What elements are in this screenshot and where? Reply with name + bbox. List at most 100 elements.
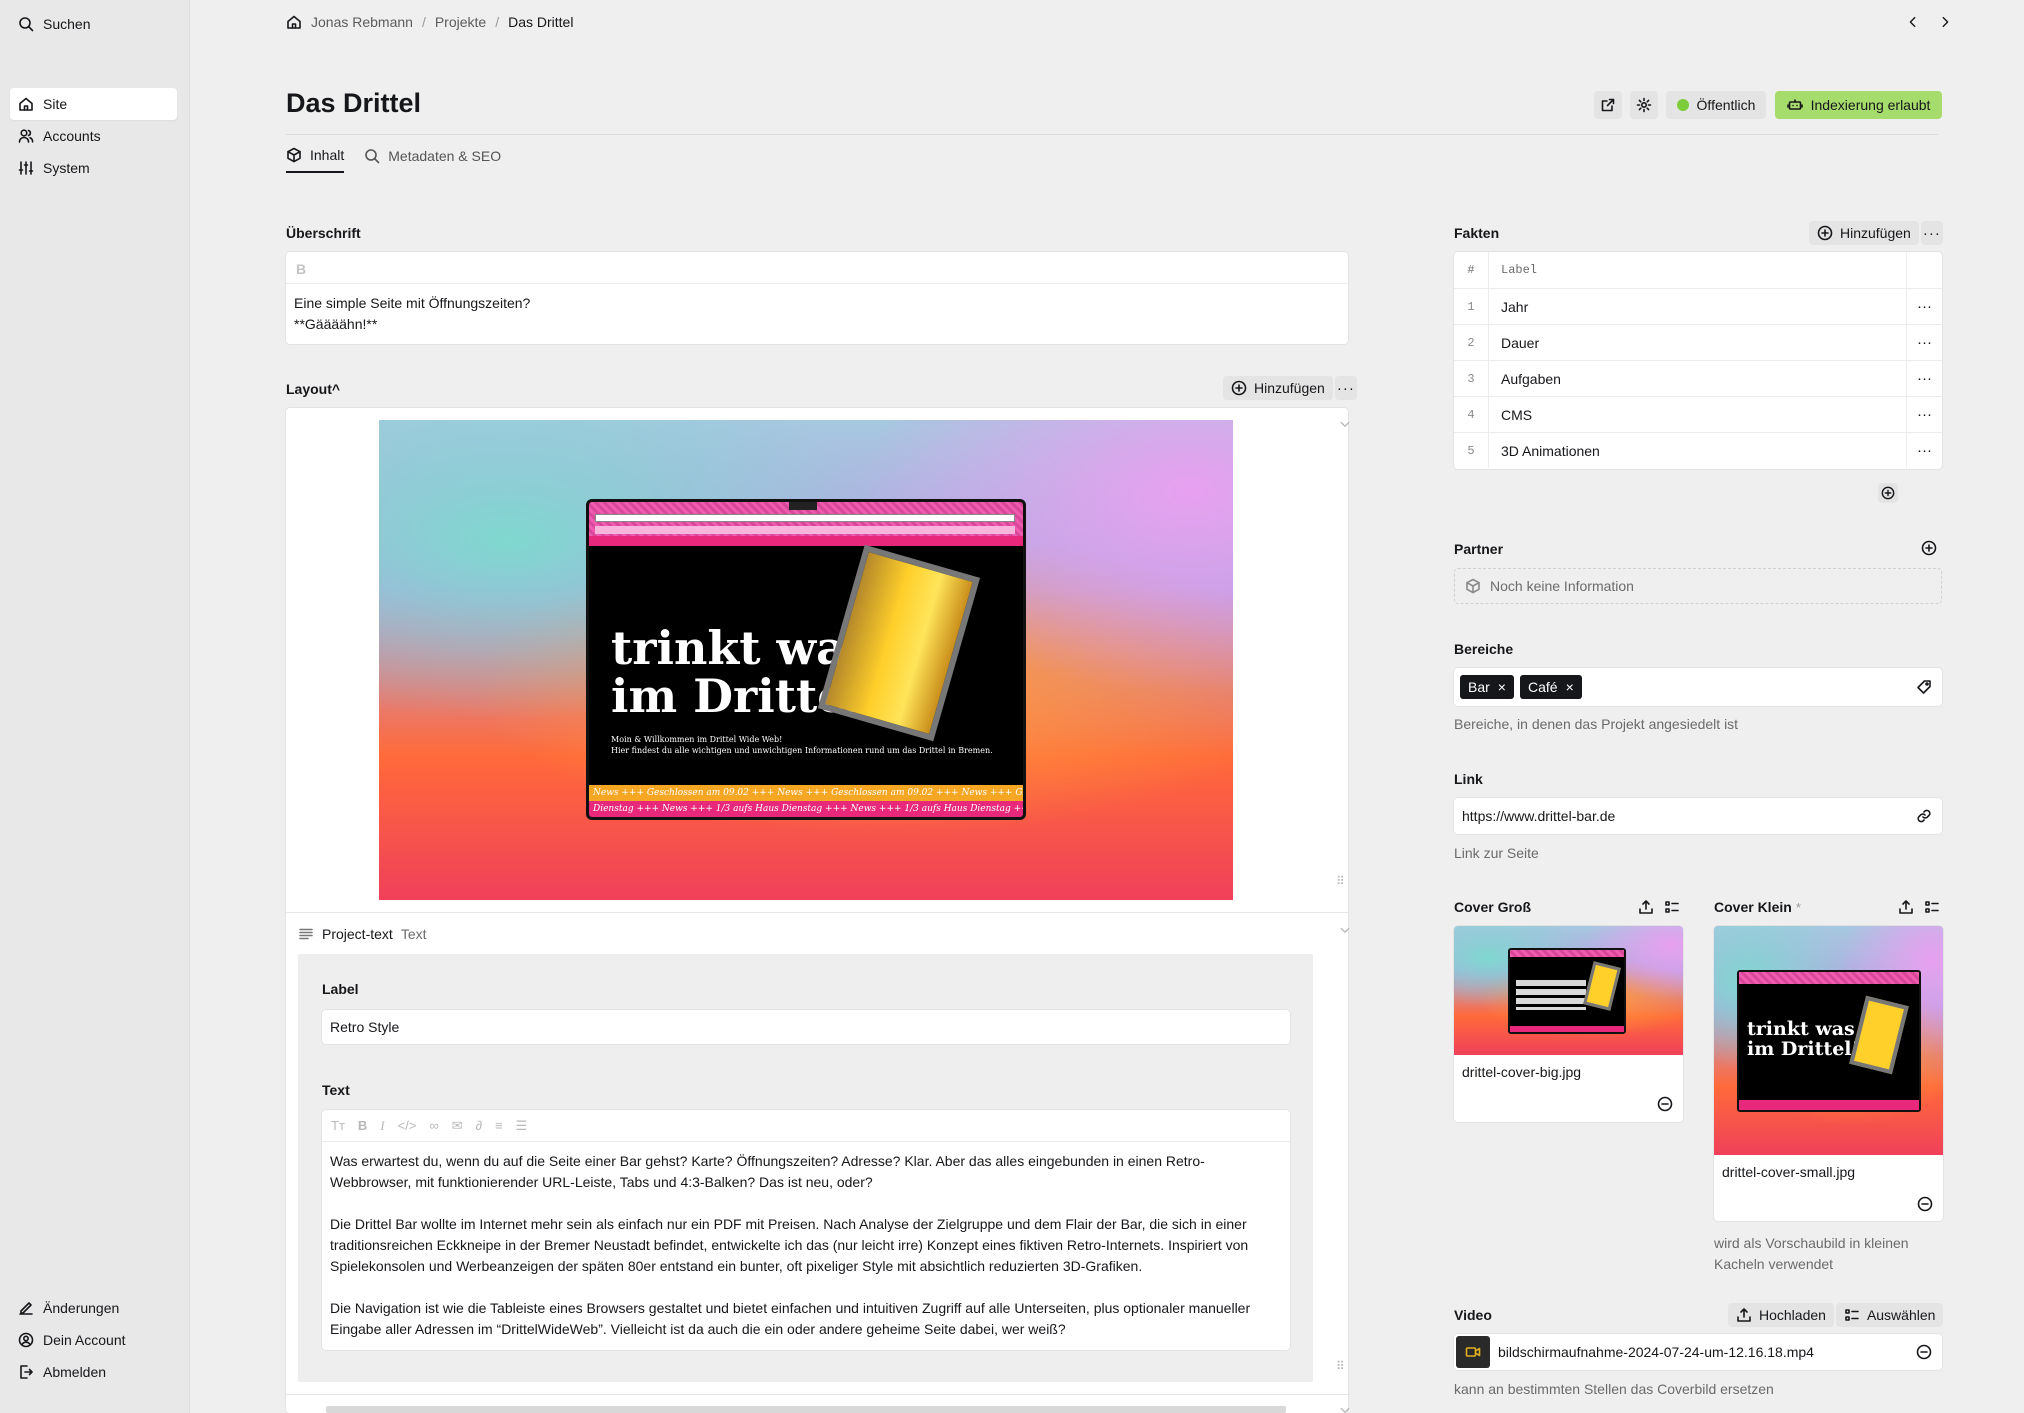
table-row[interactable]: 1 Jahr ···	[1454, 288, 1942, 324]
video-file[interactable]: bildschirmaufnahme-2024-07-24-um-12.16.1…	[1454, 1334, 1942, 1370]
table-row[interactable]: 2 Dauer ···	[1454, 324, 1942, 360]
status-label: Öffentlich	[1696, 97, 1756, 113]
block-text-label: Text	[322, 1082, 350, 1098]
cover-klein-thumbnail: trinkt was im Drittel!	[1714, 926, 1943, 1155]
fakten-actions: Hinzufügen ···	[1809, 221, 1943, 245]
fakten-add-button[interactable]: Hinzufügen	[1809, 221, 1919, 245]
plus-circle-icon	[1881, 486, 1895, 500]
search-icon	[365, 149, 380, 164]
layout-image[interactable]: trinkt was im Drittel! Moin & Willkommen…	[379, 420, 1233, 900]
table-row[interactable]: 4 CMS ···	[1454, 396, 1942, 432]
status-dot-icon	[1676, 99, 1689, 111]
link-input[interactable]: https://www.drittel-bar.de	[1454, 798, 1942, 834]
block-form: Label Retro Style Text Tᴛ B I </> ∞ ✉ ∂ …	[298, 954, 1313, 1382]
bereiche-input[interactable]: Bar × Café ×	[1454, 668, 1942, 706]
numbered-list-tool-icon[interactable]: ☰	[516, 1118, 528, 1134]
remove-tag-icon[interactable]: ×	[1498, 679, 1506, 695]
chevron-down-icon[interactable]	[1339, 418, 1351, 430]
breadcrumb-item[interactable]: Projekte	[435, 14, 486, 30]
tab-inhalt[interactable]: Inhalt	[286, 147, 345, 173]
text-paragraph: Die Drittel Bar wollte im Internet mehr …	[330, 1216, 1249, 1274]
select-list-icon[interactable]	[1924, 899, 1940, 915]
block-text-editor[interactable]: Tᴛ B I </> ∞ ✉ ∂ ≡ ☰ Was erwartest du, w…	[322, 1110, 1290, 1350]
open-link-button[interactable]	[1594, 91, 1622, 119]
bold-tool-icon[interactable]: B	[286, 252, 1348, 284]
chevron-left-icon[interactable]	[1906, 15, 1920, 29]
italic-tool-icon[interactable]: I	[380, 1118, 384, 1134]
button-label: Auswählen	[1866, 1307, 1936, 1323]
remove-icon[interactable]	[1917, 1196, 1933, 1212]
page-title: Das Drittel	[286, 88, 422, 118]
ueberschrift-editor[interactable]: B Eine simple Seite mit Öffnungszeiten? …	[286, 252, 1348, 344]
status-button[interactable]: Öffentlich	[1666, 91, 1766, 119]
indexing-button[interactable]: Indexierung erlaubt	[1775, 91, 1942, 119]
drag-handle-icon[interactable]: ⠿	[1336, 1360, 1345, 1372]
remove-icon[interactable]	[1657, 1096, 1673, 1112]
home-icon[interactable]	[286, 14, 302, 30]
video-upload-button[interactable]: Hochladen	[1728, 1303, 1834, 1327]
cover-gross-card[interactable]: drittel-cover-big.jpg	[1454, 926, 1683, 1122]
row-options-button[interactable]: ···	[1906, 397, 1942, 432]
fakten-add-row-button[interactable]	[1878, 483, 1898, 503]
search-button[interactable]: Suchen	[10, 8, 177, 40]
retro-welcome-line: Hier findest du alle wichtigen und unwic…	[611, 746, 993, 755]
row-options-button[interactable]: ···	[1906, 361, 1942, 396]
video-actions: Hochladen Auswählen	[1728, 1303, 1944, 1327]
link-label: Link	[1454, 771, 1483, 787]
drag-handle-icon[interactable]: ⠿	[1336, 875, 1345, 887]
bullet-list-tool-icon[interactable]: ≡	[495, 1118, 503, 1133]
logout-icon	[20, 1365, 33, 1379]
row-options-button[interactable]: ···	[1906, 325, 1942, 360]
row-options-button[interactable]: ···	[1906, 433, 1942, 468]
cover-klein-card[interactable]: trinkt was im Drittel! drittel-cover-sma…	[1714, 926, 1943, 1221]
chevron-down-icon[interactable]	[1339, 924, 1351, 936]
external-link-icon	[1601, 98, 1615, 112]
bold-tool-icon[interactable]: B	[358, 1118, 367, 1133]
block-header[interactable]: Project-text Text	[298, 926, 427, 942]
layout-options-button[interactable]: ···	[1334, 376, 1357, 400]
layout-label[interactable]: Layout^	[286, 381, 340, 397]
sidebar-item-system[interactable]: System	[10, 152, 177, 184]
heading-tool-icon[interactable]: Tᴛ	[331, 1118, 345, 1133]
email-tool-icon[interactable]: ✉	[452, 1118, 463, 1134]
settings-button[interactable]	[1630, 91, 1658, 119]
sidebar-item-accounts[interactable]: Accounts	[10, 120, 177, 152]
breadcrumb-item[interactable]: Jonas Rebmann	[311, 14, 413, 30]
tag-bar: Bar ×	[1460, 675, 1514, 699]
video-select-button[interactable]: Auswählen	[1835, 1303, 1944, 1327]
fakten-options-button[interactable]: ···	[1920, 221, 1943, 245]
row-label: Jahr	[1488, 289, 1906, 324]
row-options-button[interactable]: ···	[1906, 289, 1942, 324]
table-row[interactable]: 3 Aufgaben ···	[1454, 360, 1942, 396]
text-align-icon	[299, 928, 313, 940]
ueberschrift-label: Überschrift	[286, 225, 361, 241]
partner-empty[interactable]: Noch keine Information	[1454, 568, 1942, 604]
sidebar-item-changes[interactable]: Änderungen	[10, 1292, 177, 1324]
chevron-down-icon[interactable]	[1339, 1404, 1351, 1413]
remove-tag-icon[interactable]: ×	[1566, 679, 1574, 695]
chevron-right-icon[interactable]	[1938, 15, 1952, 29]
sidebar-item-site[interactable]: Site	[10, 88, 177, 120]
select-list-icon[interactable]	[1664, 899, 1680, 915]
breadcrumb-separator: /	[421, 14, 426, 30]
upload-icon[interactable]	[1638, 899, 1654, 915]
remove-icon[interactable]	[1916, 1344, 1932, 1360]
upload-icon[interactable]	[1898, 899, 1914, 915]
layout-add-button[interactable]: Hinzufügen	[1223, 376, 1333, 400]
col-header-num: #	[1467, 263, 1475, 277]
link-icon[interactable]	[1916, 808, 1932, 824]
code-tool-icon[interactable]: </>	[398, 1118, 417, 1133]
tab-metadata-seo[interactable]: Metadaten & SEO	[364, 147, 501, 173]
users-icon	[18, 129, 34, 143]
sidebar-item-label: Abmelden	[43, 1364, 107, 1380]
sidebar-item-logout[interactable]: Abmelden	[10, 1356, 177, 1388]
block-label-input[interactable]: Retro Style	[322, 1010, 1290, 1044]
indexing-label: Indexierung erlaubt	[1810, 97, 1931, 113]
link-tool-icon[interactable]: ∞	[429, 1118, 438, 1133]
retro-welcome-line: Moin & Willkommen im Drittel Wide Web!	[611, 735, 783, 744]
table-row[interactable]: 5 3D Animationen ···	[1454, 432, 1942, 468]
attachment-tool-icon[interactable]: ∂	[476, 1118, 482, 1133]
plus-circle-icon[interactable]	[1921, 540, 1937, 556]
sidebar-item-account[interactable]: Dein Account	[10, 1324, 177, 1356]
row-label: 3D Animationen	[1488, 433, 1906, 468]
